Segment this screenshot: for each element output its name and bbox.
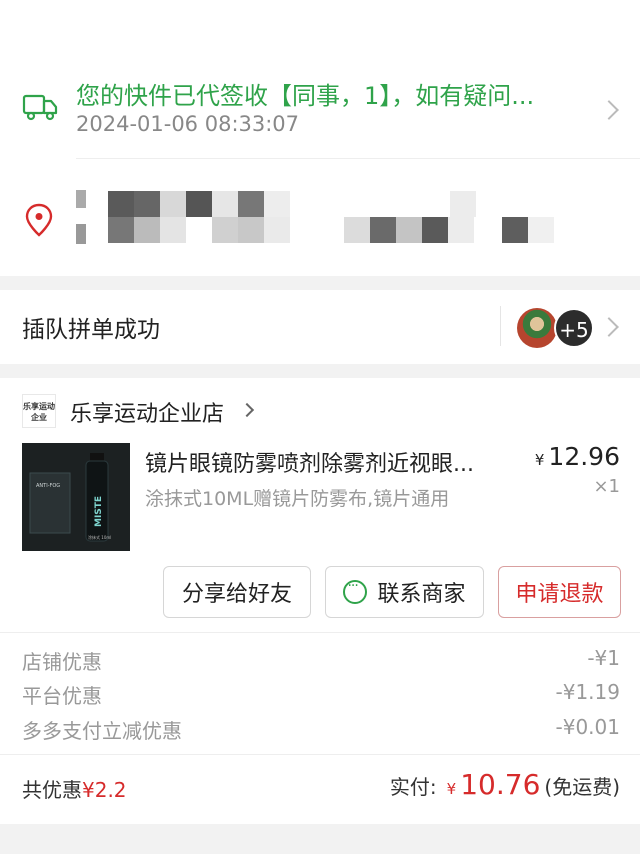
- discount-row-payment: 多多支付立减优惠 -¥0.01: [22, 715, 620, 744]
- product-box-label: ANTI-FOG: [36, 483, 60, 489]
- contact-merchant-button[interactable]: 联系商家: [325, 566, 484, 618]
- order-card: 乐享运动企业 乐享运动企业店 ANTI-FOG MISTE 涂抹式 10ml 镜…: [0, 378, 640, 824]
- share-to-friend-button[interactable]: 分享给好友: [163, 566, 311, 618]
- tracking-time: 2024-01-06 08:33:07: [76, 112, 300, 136]
- chevron-right-icon: [599, 100, 619, 120]
- chevron-right-icon: [599, 317, 619, 337]
- discount-row-platform: 平台优惠 -¥1.19: [22, 680, 620, 709]
- discount-row-shop: 店铺优惠 -¥1: [22, 646, 620, 675]
- discount-value: -¥1.19: [555, 680, 620, 704]
- tracking-status: 您的快件已代签收【同事，1】，如有疑问...: [76, 82, 535, 110]
- divider: [500, 306, 501, 346]
- location-pin-icon: [25, 203, 53, 237]
- group-buy-row[interactable]: 插队拼单成功 +5: [0, 290, 640, 364]
- total-saved: 共优惠¥2.2: [22, 778, 127, 802]
- shipping-note: (免运费): [544, 775, 620, 799]
- paid-amount: 10.76: [460, 768, 541, 801]
- product-spec: 涂抹式10ML赠镜片防雾布,镜片通用: [145, 488, 450, 510]
- shop-logo: 乐享运动企业: [22, 394, 56, 428]
- discount-label: 店铺优惠: [22, 650, 102, 674]
- chevron-right-icon: [239, 402, 255, 418]
- discount-label: 多多支付立减优惠: [22, 719, 182, 743]
- avatar-more-count: +5: [554, 308, 594, 348]
- total-paid: 实付: ¥ 10.76 (免运费): [389, 768, 620, 801]
- product-bottle-volume: 涂抹式 10ml: [88, 534, 111, 540]
- product-price: ¥12.96: [534, 442, 620, 471]
- product-quantity: ×1: [593, 476, 620, 497]
- divider: [76, 158, 640, 159]
- paid-label: 实付:: [389, 775, 437, 799]
- divider: [0, 632, 640, 633]
- product-image: ANTI-FOG MISTE 涂抹式 10ml: [22, 443, 130, 551]
- chat-icon: [343, 578, 368, 604]
- discount-value: -¥0.01: [555, 715, 620, 739]
- logistics-card: 您的快件已代签收【同事，1】，如有疑问... 2024-01-06 08:33:…: [0, 0, 640, 276]
- discount-value: -¥1: [587, 646, 620, 670]
- shop-name: 乐享运动企业店: [70, 402, 225, 427]
- divider: [0, 754, 640, 755]
- avatar: [517, 308, 557, 348]
- group-buy-label: 插队拼单成功: [22, 317, 160, 343]
- discount-label: 平台优惠: [22, 684, 102, 708]
- product-bottle-label: MISTE: [94, 496, 104, 527]
- contact-merchant-label: 联系商家: [377, 582, 466, 607]
- request-refund-button[interactable]: 申请退款: [498, 566, 621, 618]
- product-name: 镜片眼镜防雾喷剂除雾剂近视眼...: [145, 452, 474, 477]
- truck-icon: [22, 94, 58, 121]
